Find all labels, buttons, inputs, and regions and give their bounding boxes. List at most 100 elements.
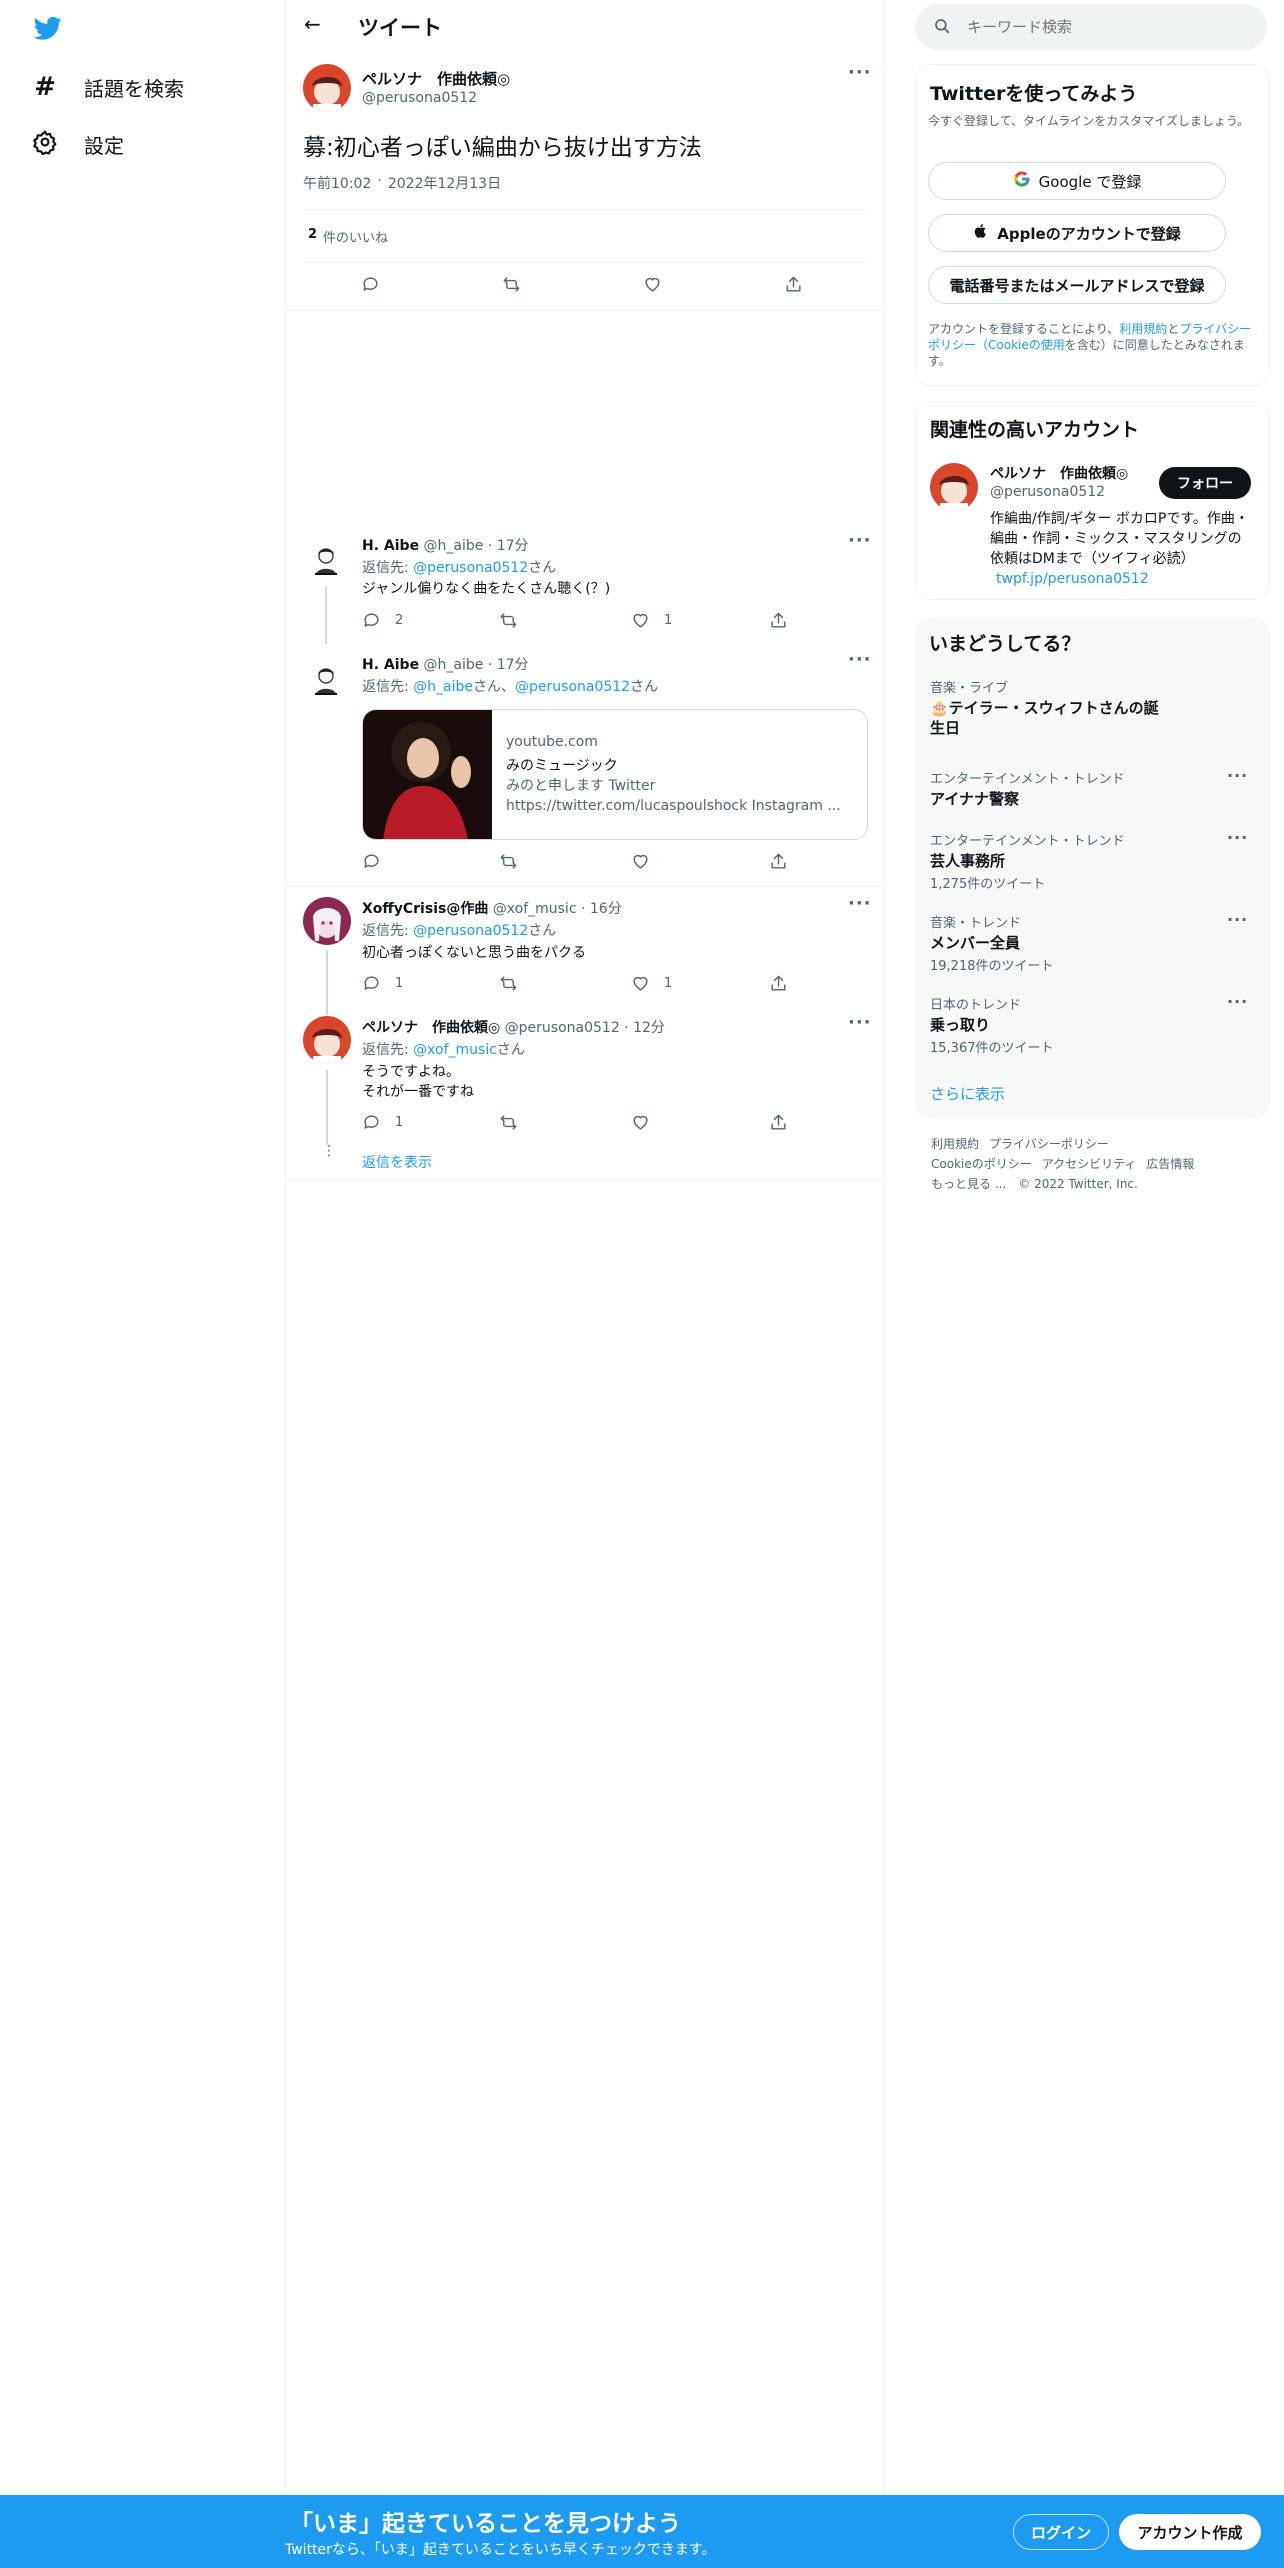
login-button[interactable]: ログイン: [1013, 2514, 1109, 2550]
reply-icon: [363, 277, 378, 291]
nav-explore[interactable]: # 話題を検索: [32, 72, 184, 102]
more-options-icon[interactable]: ···: [848, 649, 872, 670]
like-button[interactable]: [631, 1113, 664, 1132]
link-card[interactable]: youtube.com みのミュージック みのと申します Twitter htt…: [362, 709, 868, 840]
heart-icon: [645, 277, 660, 292]
related-account-handle[interactable]: @perusona0512: [990, 484, 1105, 500]
footer-link[interactable]: 広告情報: [1146, 1157, 1194, 1171]
reply-to-link[interactable]: @perusona0512: [515, 679, 630, 695]
reply-button[interactable]: 1: [362, 974, 403, 993]
share-icon: [771, 612, 786, 628]
apple-signup-button[interactable]: Appleのアカウントで登録: [928, 214, 1226, 252]
trend-title: 乗っ取り: [930, 1016, 991, 1034]
avatar[interactable]: [303, 897, 351, 945]
trend-item[interactable]: エンターテインメント・トレンド アイナナ警察 ···: [915, 764, 1270, 820]
reply-button[interactable]: 2: [362, 611, 403, 630]
like-button[interactable]: 1: [631, 974, 672, 993]
like-button[interactable]: [631, 852, 664, 871]
more-options-icon[interactable]: ···: [1227, 992, 1248, 1011]
reply-to-link[interactable]: @h_aibe: [413, 679, 473, 695]
reply-author-handle[interactable]: @h_aibe: [424, 657, 484, 673]
share-button[interactable]: [769, 611, 788, 630]
related-accounts-panel: 関連性の高いアカウント ペルソナ 作曲依頼◎ @perusona0512 フォロ…: [915, 402, 1270, 600]
reply-time[interactable]: · 16分: [581, 901, 622, 917]
search-bar[interactable]: [915, 4, 1267, 50]
reply-author-handle[interactable]: @perusona0512: [505, 1020, 620, 1036]
footer-links: 利用規約 プライバシーポリシー Cookieのポリシー アクセシビリティ 広告情報 も…: [931, 1134, 1261, 1194]
footer-link[interactable]: 利用規約: [931, 1137, 979, 1151]
bio-link[interactable]: twpf.jp/perusona0512: [996, 571, 1149, 587]
reply-author-handle[interactable]: @h_aibe: [424, 538, 484, 554]
share-button[interactable]: [769, 1113, 788, 1132]
trend-item[interactable]: エンターテインメント・トレンド 芸人事務所 1,275件のツイート ···: [915, 826, 1270, 898]
phone-email-signup-button[interactable]: 電話番号またはメールアドレスで登録: [928, 266, 1226, 304]
likes-summary[interactable]: 2 件のいいね: [308, 227, 388, 246]
follow-button[interactable]: フォロー: [1159, 467, 1251, 499]
more-options-icon[interactable]: ···: [1227, 910, 1248, 929]
reply-to-link[interactable]: @perusona0512: [413, 560, 528, 576]
reply-author-handle[interactable]: @xof_music: [493, 901, 577, 917]
author-handle[interactable]: @perusona0512: [362, 90, 477, 106]
retweet-button[interactable]: [499, 1113, 532, 1132]
reply-author-name[interactable]: XoffyCrisis@作曲: [362, 901, 488, 917]
show-more-link[interactable]: さらに表示: [930, 1083, 1005, 1104]
divider: [286, 1180, 884, 1181]
retweet-button[interactable]: [499, 974, 532, 993]
reply-icon: [364, 1115, 379, 1129]
avatar[interactable]: [306, 660, 346, 700]
show-replies-link[interactable]: 返信を表示: [362, 1152, 432, 1172]
share-button[interactable]: [769, 852, 788, 871]
reply-time[interactable]: · 12分: [624, 1020, 665, 1036]
share-button[interactable]: [769, 974, 788, 993]
more-options-icon[interactable]: ···: [1227, 766, 1248, 785]
more-options-icon[interactable]: ···: [848, 1012, 872, 1033]
avatar[interactable]: [303, 1016, 351, 1064]
trend-item[interactable]: 音楽・トレンド メンバー全員 19,218件のツイート ···: [915, 908, 1270, 980]
more-options-icon[interactable]: ···: [848, 62, 872, 83]
trend-item[interactable]: 音楽・ライブ 🎂テイラー・スウィフトさんの誕 生日: [915, 673, 1270, 757]
tweet-date: 2022年12月13日: [387, 176, 502, 192]
more-options-icon[interactable]: ···: [1227, 828, 1248, 847]
retweet-button[interactable]: [499, 611, 532, 630]
trend-count: 19,218件のツイート: [930, 959, 1054, 974]
heart-icon: [633, 1115, 648, 1130]
terms-link[interactable]: 利用規約: [1119, 322, 1167, 336]
footer-link[interactable]: もっと見る ...: [931, 1177, 1006, 1191]
trend-item[interactable]: 日本のトレンド 乗っ取り 15,367件のツイート ···: [915, 990, 1270, 1062]
twitter-logo-icon[interactable]: [32, 14, 64, 46]
reply-button[interactable]: [361, 275, 380, 294]
share-button[interactable]: [784, 275, 803, 294]
nav-settings[interactable]: 設定: [32, 129, 124, 160]
avatar[interactable]: [306, 540, 346, 580]
like-button[interactable]: 1: [631, 611, 672, 630]
tweet-timestamp[interactable]: 午前10:02 · 2022年12月13日: [303, 173, 501, 193]
back-arrow-icon[interactable]: ←: [304, 12, 321, 36]
copyright: © 2022 Twitter, Inc.: [1018, 1177, 1138, 1191]
reply-author-name[interactable]: H. Aibe: [362, 538, 419, 554]
reply-button[interactable]: [362, 852, 395, 871]
reply-to-link[interactable]: @xof_music: [413, 1042, 497, 1058]
retweet-button[interactable]: [499, 852, 532, 871]
avatar[interactable]: [930, 463, 978, 511]
reply-time[interactable]: · 17分: [488, 538, 529, 554]
search-input[interactable]: [967, 12, 1252, 42]
retweet-button[interactable]: [502, 275, 521, 294]
create-account-button[interactable]: アカウント作成: [1119, 2514, 1261, 2550]
like-button[interactable]: [643, 275, 662, 294]
reply-icon: [364, 976, 379, 990]
retweet-icon: [500, 854, 517, 869]
related-account-name[interactable]: ペルソナ 作曲依頼◎: [990, 463, 1128, 483]
footer-link[interactable]: アクセシビリティ: [1042, 1157, 1137, 1171]
footer-link[interactable]: Cookieのポリシー: [931, 1157, 1032, 1171]
reply-time[interactable]: · 17分: [488, 657, 529, 673]
reply-author-name[interactable]: ペルソナ 作曲依頼◎: [362, 1020, 500, 1036]
reply-button[interactable]: 1: [362, 1113, 403, 1132]
reply-to-link[interactable]: @perusona0512: [413, 923, 528, 939]
avatar[interactable]: [303, 64, 351, 112]
more-options-icon[interactable]: ···: [848, 530, 872, 551]
more-options-icon[interactable]: ···: [848, 893, 872, 914]
author-name[interactable]: ペルソナ 作曲依頼◎: [362, 68, 510, 89]
footer-link[interactable]: プライバシーポリシー: [989, 1137, 1109, 1151]
google-signup-button[interactable]: Google で登録: [928, 162, 1226, 200]
reply-author-name[interactable]: H. Aibe: [362, 657, 419, 673]
